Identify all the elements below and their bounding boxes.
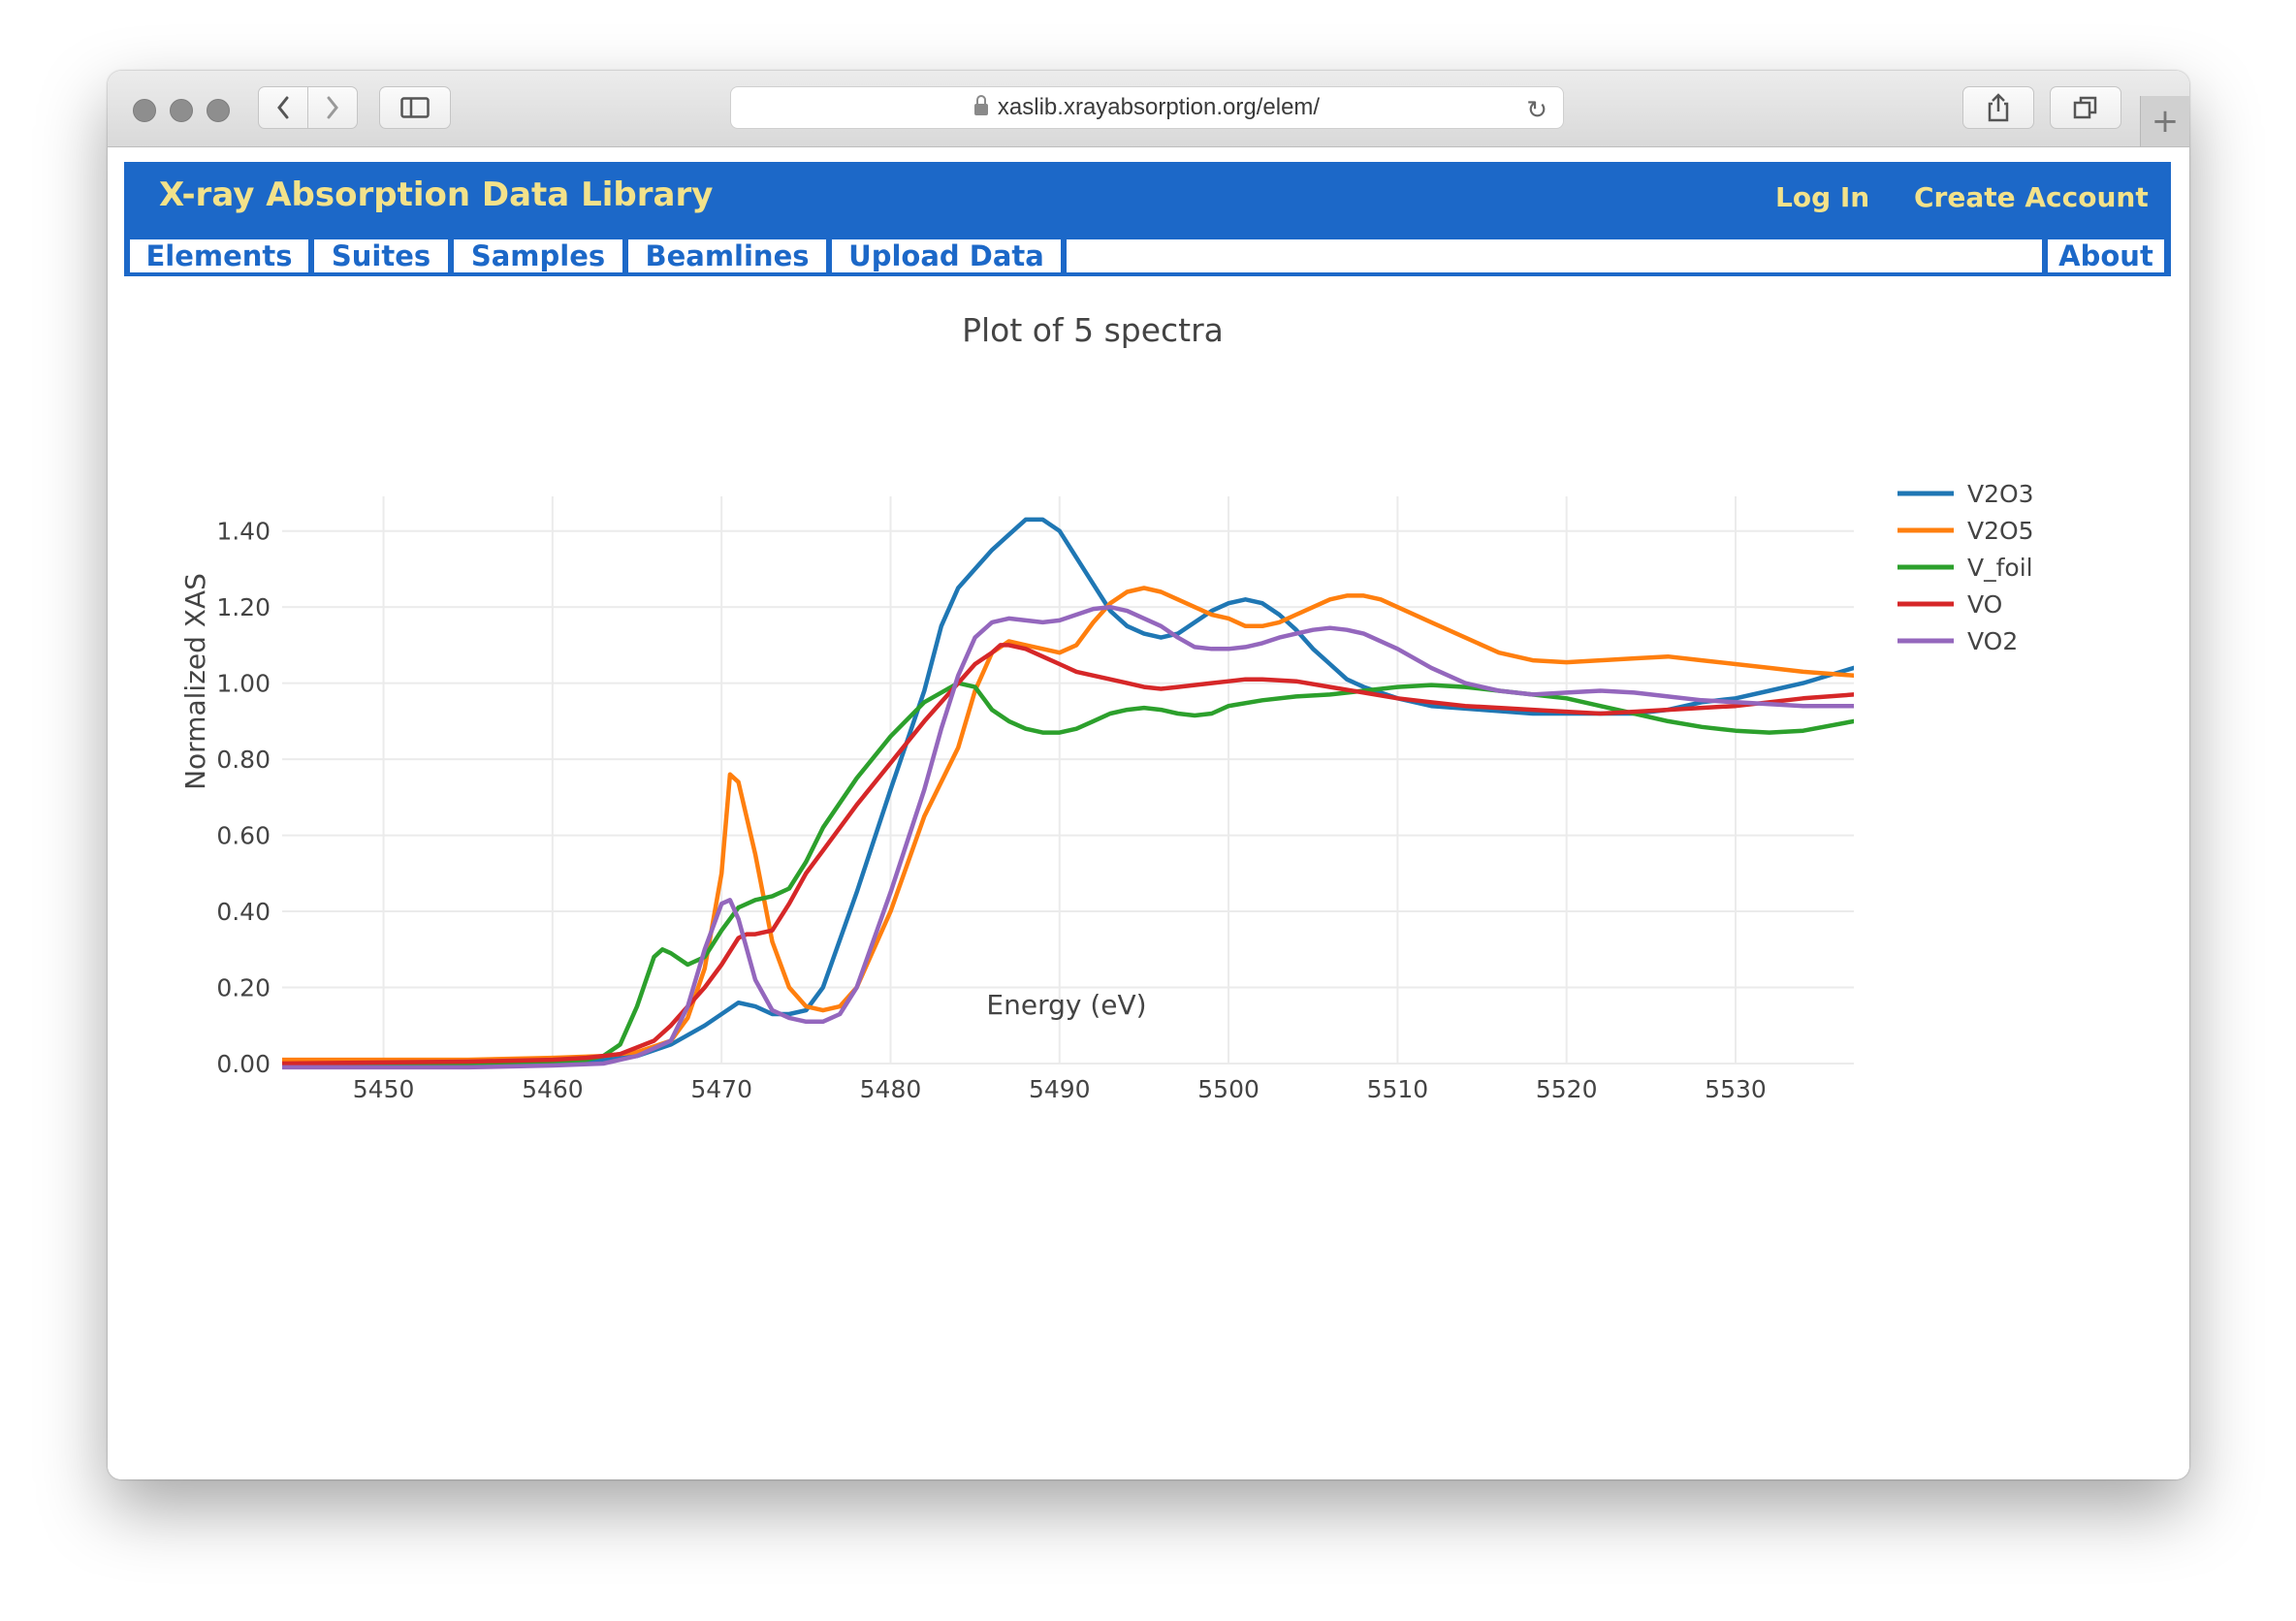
browser-titlebar: xaslib.xrayabsorption.org/elem/ ↻ + bbox=[108, 71, 2189, 147]
nav-beamlines[interactable]: Beamlines bbox=[628, 239, 826, 272]
nav-upload-data[interactable]: Upload Data bbox=[832, 239, 1061, 272]
nav-about[interactable]: About bbox=[2048, 239, 2164, 272]
series-line-v2o3[interactable] bbox=[282, 517, 1854, 1066]
tabs-overview-button[interactable] bbox=[2050, 86, 2121, 129]
x-tick-label: 5470 bbox=[690, 1075, 752, 1103]
chart-legend[interactable]: V2O3 V2O5 V_foil VO VO2 bbox=[1897, 480, 2034, 655]
browser-window: xaslib.xrayabsorption.org/elem/ ↻ + X-ra… bbox=[108, 71, 2189, 1479]
y-tick-label: 0.60 bbox=[216, 822, 271, 850]
x-tick-label: 5460 bbox=[522, 1075, 584, 1103]
x-tick-label: 5490 bbox=[1029, 1075, 1091, 1103]
y-tick-label: 0.20 bbox=[216, 974, 271, 1002]
x-tick-label: 5480 bbox=[860, 1075, 922, 1103]
sidebar-icon bbox=[400, 97, 430, 118]
legend-label[interactable]: V_foil bbox=[1967, 554, 2033, 582]
chart-title: Plot of 5 spectra bbox=[962, 311, 1224, 349]
y-tick-label: 0.40 bbox=[216, 898, 271, 926]
x-tick-label: 5450 bbox=[353, 1075, 415, 1103]
zoom-window-button[interactable] bbox=[207, 99, 230, 122]
forward-button[interactable] bbox=[307, 86, 358, 129]
main-nav: Elements Suites Samples Beamlines Upload… bbox=[124, 238, 2171, 276]
new-tab-button[interactable]: + bbox=[2140, 96, 2189, 146]
site-title[interactable]: X-ray Absorption Data Library bbox=[159, 175, 713, 214]
chart-grid bbox=[282, 496, 1854, 1065]
address-bar[interactable]: xaslib.xrayabsorption.org/elem/ ↻ bbox=[730, 86, 1564, 129]
y-axis-ticks: 0.00 0.20 0.40 0.60 0.80 1.00 1.20 1.40 bbox=[216, 518, 271, 1078]
site-header: X-ray Absorption Data Library Log In Cre… bbox=[124, 162, 2171, 238]
y-axis-label: Normalized XAS bbox=[179, 573, 211, 790]
legend-label[interactable]: VO2 bbox=[1967, 627, 2018, 655]
spectra-chart[interactable]: Plot of 5 spectra 5450 5460 5470 5480 5490 55… bbox=[108, 288, 2189, 1364]
close-window-button[interactable] bbox=[133, 99, 156, 122]
url-text: xaslib.xrayabsorption.org/elem/ bbox=[997, 94, 1321, 120]
y-tick-label: 0.00 bbox=[216, 1050, 271, 1078]
y-tick-label: 1.40 bbox=[216, 518, 271, 546]
sidebar-toggle-button[interactable] bbox=[379, 86, 451, 129]
x-tick-label: 5510 bbox=[1367, 1075, 1429, 1103]
lock-icon bbox=[973, 95, 988, 115]
login-link[interactable]: Log In bbox=[1775, 181, 1869, 213]
minimize-window-button[interactable] bbox=[170, 99, 193, 122]
page-content: X-ray Absorption Data Library Log In Cre… bbox=[108, 147, 2189, 1479]
x-tick-label: 5500 bbox=[1197, 1075, 1260, 1103]
nav-spacer bbox=[1067, 239, 2042, 272]
x-axis-label: Energy (eV) bbox=[986, 989, 1146, 1021]
nav-samples[interactable]: Samples bbox=[454, 239, 622, 272]
x-tick-label: 5530 bbox=[1705, 1075, 1767, 1103]
y-tick-label: 1.00 bbox=[216, 670, 271, 698]
reload-icon[interactable]: ↻ bbox=[1526, 95, 1547, 125]
nav-suites[interactable]: Suites bbox=[314, 239, 448, 272]
share-icon bbox=[1988, 93, 2009, 122]
legend-label[interactable]: VO bbox=[1967, 590, 2002, 619]
nav-elements[interactable]: Elements bbox=[130, 239, 308, 272]
tabs-icon bbox=[2073, 96, 2097, 119]
y-tick-label: 0.80 bbox=[216, 746, 271, 774]
y-tick-label: 1.20 bbox=[216, 593, 271, 621]
x-axis-ticks: 5450 5460 5470 5480 5490 5500 5510 5520 5530 bbox=[353, 1075, 1767, 1103]
chevron-left-icon bbox=[277, 96, 289, 119]
share-button[interactable] bbox=[1962, 86, 2034, 129]
plus-icon: + bbox=[2151, 102, 2180, 141]
x-tick-label: 5520 bbox=[1536, 1075, 1598, 1103]
legend-label[interactable]: V2O3 bbox=[1967, 480, 2034, 508]
back-button[interactable] bbox=[258, 86, 308, 129]
create-account-link[interactable]: Create Account bbox=[1914, 181, 2149, 213]
legend-label[interactable]: V2O5 bbox=[1967, 517, 2034, 545]
chart-series bbox=[282, 517, 1854, 1070]
chevron-right-icon bbox=[327, 96, 338, 119]
